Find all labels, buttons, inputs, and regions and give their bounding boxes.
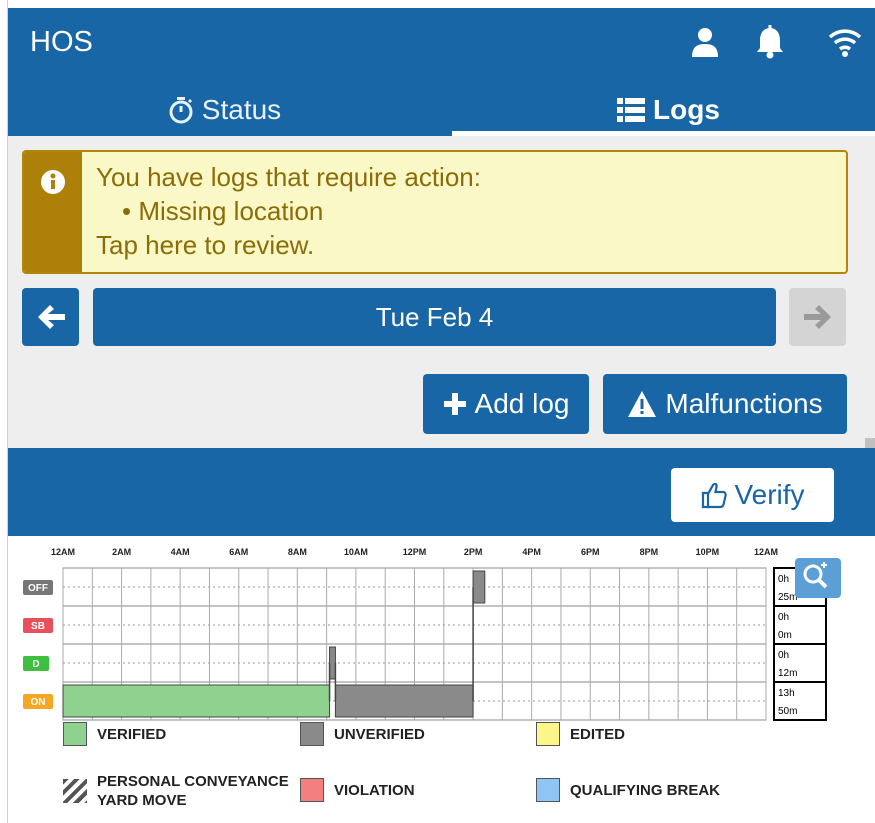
total-hours: 0h [778,612,789,623]
legend-swatch-qualifying-break [536,778,560,802]
hour-label: 8PM [640,547,659,557]
status-badge-label: OFF [28,583,48,594]
date-selector[interactable]: Tue Feb 4 [93,288,776,346]
legend-swatch-violation [300,778,324,802]
legend-personal-conveyance: PERSONAL CONVEYANCE YARD MOVE [63,772,289,810]
list-icon [617,98,646,122]
tab-logs-label: Logs [653,94,720,125]
tab-status-label: Status [201,94,282,125]
hour-label: 4AM [171,547,190,557]
malfunctions-label: Malfunctions [665,388,823,419]
hour-label: 10PM [696,547,720,557]
date-label: Tue Feb 4 [375,301,494,332]
info-icon [41,170,65,194]
hour-label: 12PM [403,547,427,557]
hour-label: 6AM [229,547,248,557]
warning-icon [628,391,657,417]
log-graph: 12AM 2AM 4AM 6AM 8AM 10AM 12PM 2PM 4PM 6PM 8PM 10PM… [8,536,875,823]
hour-label: 4PM [522,547,541,557]
app-frame: HOS Status Logs You have logs that requi… [8,8,875,823]
legend-label-2: YARD MOVE [97,792,187,809]
legend-swatch-verified [63,722,87,746]
malfunctions-button[interactable]: Malfunctions [603,374,847,434]
alert-side-bar [24,152,82,272]
tab-status[interactable]: Status [8,84,441,136]
window-edge [0,0,8,823]
alert-line-1: You have logs that require action: [96,162,481,192]
add-log-label: Add log [474,388,570,419]
hour-label: 2AM [112,547,131,557]
total-hours: 0h [778,574,789,585]
legend-label: VERIFIED [97,725,167,743]
total-hours: 13h [778,688,795,699]
arrow-right-icon [803,305,831,329]
add-log-button[interactable]: Add log [423,374,589,434]
hour-label: 10AM [344,547,368,557]
legend-swatch-edited [536,722,560,746]
action-alert[interactable]: You have logs that require action: • Mis… [22,150,848,274]
verify-label: Verify [734,479,805,510]
alert-line-3: Tap here to review. [96,230,315,260]
wifi-icon[interactable] [825,22,865,62]
stopwatch-icon [169,97,193,124]
total-minutes: 50m [778,706,797,717]
total-minutes: 25m [778,592,797,603]
legend-label: QUALIFYING BREAK [570,781,720,799]
app-bar: HOS Status Logs [8,8,875,136]
scrollbar-thumb[interactable] [865,438,875,448]
legend-verified: VERIFIED [63,722,166,746]
segment-on [334,684,474,718]
plus-icon [443,393,466,415]
hour-label: 2PM [464,547,483,557]
legend-violation: VIOLATION [300,778,415,802]
segment-d [329,646,336,680]
duty-status-chart: 12AM 2AM 4AM 6AM 8AM 10AM 12PM 2PM 4PM 6PM 8PM 10PM… [23,547,841,721]
total-minutes: 12m [778,668,797,679]
hour-label: 12AM [51,547,75,557]
legend-edited: EDITED [536,722,625,746]
legend-multiline: PERSONAL CONVEYANCE YARD MOVE [97,772,289,810]
thumbs-up-icon [702,482,728,509]
alert-bullet-item: • Missing location [96,194,481,228]
segment-off [472,570,486,604]
hour-label: 12AM [754,547,778,557]
legend-label: PERSONAL CONVEYANCE [97,773,289,790]
hour-label: 6PM [581,547,600,557]
bullet-dot: • [122,196,139,226]
previous-day-button[interactable] [22,288,79,346]
bell-icon[interactable] [750,22,790,62]
verify-bar: Verify [8,448,875,536]
legend-qualifying-break: QUALIFYING BREAK [536,778,720,802]
alert-bullet-text: Missing location [138,196,324,226]
total-hours: 0h [778,650,789,661]
verify-button[interactable]: Verify [671,468,834,522]
hour-label: 8AM [288,547,307,557]
legend-label: EDITED [570,725,626,743]
app-title: HOS [30,26,93,58]
status-badge-label: ON [31,697,46,708]
tab-logs[interactable]: Logs [452,84,875,136]
alert-message: You have logs that require action: • Mis… [96,160,481,262]
legend-label: VIOLATION [334,781,415,799]
status-badge-label: D [32,659,39,670]
legend-label: UNVERIFIED [334,725,425,743]
zoom-in-icon[interactable] [795,558,841,598]
legend-swatch-hatched [63,779,87,803]
arrow-left-icon [37,305,65,329]
legend-swatch-unverified [300,722,324,746]
user-icon[interactable] [685,22,725,62]
total-minutes: 0m [778,630,792,641]
zoom-button-bg [795,558,841,598]
status-badge-label: SB [31,621,45,632]
segment-on [62,684,331,718]
legend-unverified: UNVERIFIED [300,722,425,746]
next-day-button[interactable] [789,288,846,346]
